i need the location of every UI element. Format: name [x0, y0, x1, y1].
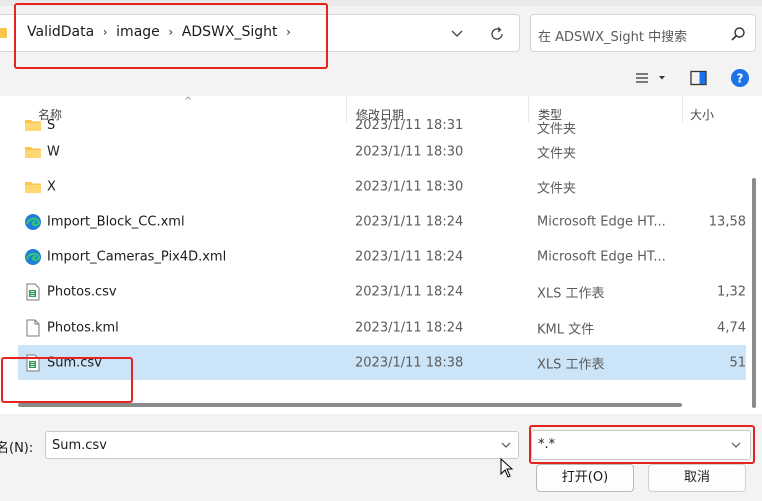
svg-text:?: ? — [737, 72, 744, 86]
list-item[interactable]: S 2023/1/11 18:31 文件夹 — [18, 114, 746, 134]
folder-icon — [0, 28, 7, 38]
help-icon[interactable]: ? — [730, 68, 750, 88]
file-name: Photos.csv — [47, 284, 117, 300]
file-name: W — [47, 144, 60, 160]
file-date: 2023/1/11 18:38 — [355, 355, 464, 371]
list-item[interactable]: Import_Block_CC.xml 2023/1/11 18:24 Micr… — [18, 204, 746, 239]
file-type: Microsoft Edge HT... — [537, 249, 666, 265]
file-date: 2023/1/11 18:31 — [355, 118, 464, 133]
chevron-right-icon[interactable]: › — [160, 25, 182, 39]
folder-icon — [25, 120, 41, 131]
file-type: XLS 工作表 — [537, 286, 605, 302]
sort-ascending-icon: ^ — [184, 96, 193, 107]
file-date: 2023/1/11 18:30 — [355, 179, 464, 195]
list-item[interactable]: Photos.csv 2023/1/11 18:24 XLS 工作表 1,32 — [18, 275, 746, 310]
top-strip — [0, 0, 762, 6]
filename-input[interactable]: Sum.csv — [45, 431, 519, 459]
file-date: 2023/1/11 18:24 — [355, 320, 464, 336]
file-type: XLS 工作表 — [537, 357, 605, 373]
filename-label: 名(N): — [0, 441, 34, 456]
file-date: 2023/1/11 18:24 — [355, 214, 464, 230]
file-size: 1,32 — [717, 284, 746, 300]
vertical-scroll-thumb[interactable] — [752, 178, 756, 408]
breadcrumb-validdata[interactable]: ValidData — [27, 24, 94, 40]
file-size: 4,74 — [717, 320, 746, 336]
filter-value: *.* — [538, 437, 556, 452]
horizontal-scroll-thumb[interactable] — [18, 403, 682, 407]
file-date: 2023/1/11 18:30 — [355, 144, 464, 160]
file-type: 文件夹 — [537, 122, 577, 134]
file-name: X — [47, 179, 56, 195]
refresh-icon[interactable] — [487, 24, 507, 44]
file-type: 文件夹 — [537, 146, 577, 162]
list-item-selected[interactable]: Sum.csv 2023/1/11 18:38 XLS 工作表 51 — [18, 345, 746, 381]
breadcrumb-image[interactable]: image — [116, 24, 160, 40]
edge-icon — [25, 213, 41, 230]
search-placeholder: 在 ADSWX_Sight 中搜索 — [538, 30, 688, 45]
breadcrumb-adswx-sight[interactable]: ADSWX_Sight — [182, 24, 278, 40]
chevron-down-icon[interactable] — [730, 440, 742, 450]
view-options-icon[interactable] — [634, 70, 666, 86]
dialog-top-area: ValidData › image › ADSWX_Sight › 在 ADSW… — [0, 0, 762, 96]
list-item[interactable]: Import_Cameras_Pix4D.xml 2023/1/11 18:24… — [18, 240, 746, 275]
list-item[interactable]: W 2023/1/11 18:30 文件夹 — [18, 134, 746, 169]
file-type-filter[interactable]: *.* — [531, 430, 751, 460]
file-list: ^ 名称 修改日期 类型 大小 S 2023/1/11 18:31 文件夹 W … — [0, 96, 762, 414]
file-name: Sum.csv — [47, 355, 102, 371]
list-item[interactable]: X 2023/1/11 18:30 文件夹 — [18, 169, 746, 204]
chevron-right-icon[interactable]: › — [94, 25, 116, 39]
folder-icon — [25, 146, 41, 158]
search-icon[interactable] — [729, 25, 747, 43]
chevron-down-icon[interactable] — [447, 24, 467, 44]
file-name: S — [47, 118, 56, 133]
file-name: Import_Cameras_Pix4D.xml — [47, 249, 227, 265]
folder-icon — [25, 181, 41, 193]
open-button[interactable]: 打开(O) — [536, 464, 634, 492]
cancel-button[interactable]: 取消 — [648, 464, 746, 492]
file-size: 13,58 — [708, 214, 746, 230]
file-type: KML 文件 — [537, 322, 595, 338]
preview-pane-icon[interactable] — [690, 70, 708, 86]
address-bar[interactable]: ValidData › image › ADSWX_Sight › — [0, 14, 520, 52]
mouse-cursor-icon — [500, 458, 514, 478]
file-type: 文件夹 — [537, 181, 577, 197]
search-input[interactable]: 在 ADSWX_Sight 中搜索 — [530, 14, 756, 52]
csv-icon — [26, 283, 40, 301]
chevron-right-icon[interactable]: › — [277, 25, 299, 39]
breadcrumb: ValidData › image › ADSWX_Sight › — [27, 24, 299, 40]
file-date: 2023/1/11 18:24 — [355, 249, 464, 265]
csv-icon — [26, 354, 40, 372]
file-size: 51 — [729, 355, 746, 371]
file-name: Import_Block_CC.xml — [47, 214, 185, 230]
file-name: Photos.kml — [47, 320, 119, 336]
vertical-scrollbar[interactable] — [746, 96, 762, 414]
file-icon — [26, 319, 40, 337]
filename-value: Sum.csv — [52, 438, 107, 453]
edge-icon — [25, 249, 41, 266]
file-date: 2023/1/11 18:24 — [355, 284, 464, 300]
file-rows: S 2023/1/11 18:31 文件夹 W 2023/1/11 18:30 … — [18, 114, 746, 381]
list-item[interactable]: Photos.kml 2023/1/11 18:24 KML 文件 4,74 — [18, 310, 746, 345]
chevron-down-icon[interactable] — [500, 440, 512, 450]
file-type: Microsoft Edge HT... — [537, 214, 666, 230]
